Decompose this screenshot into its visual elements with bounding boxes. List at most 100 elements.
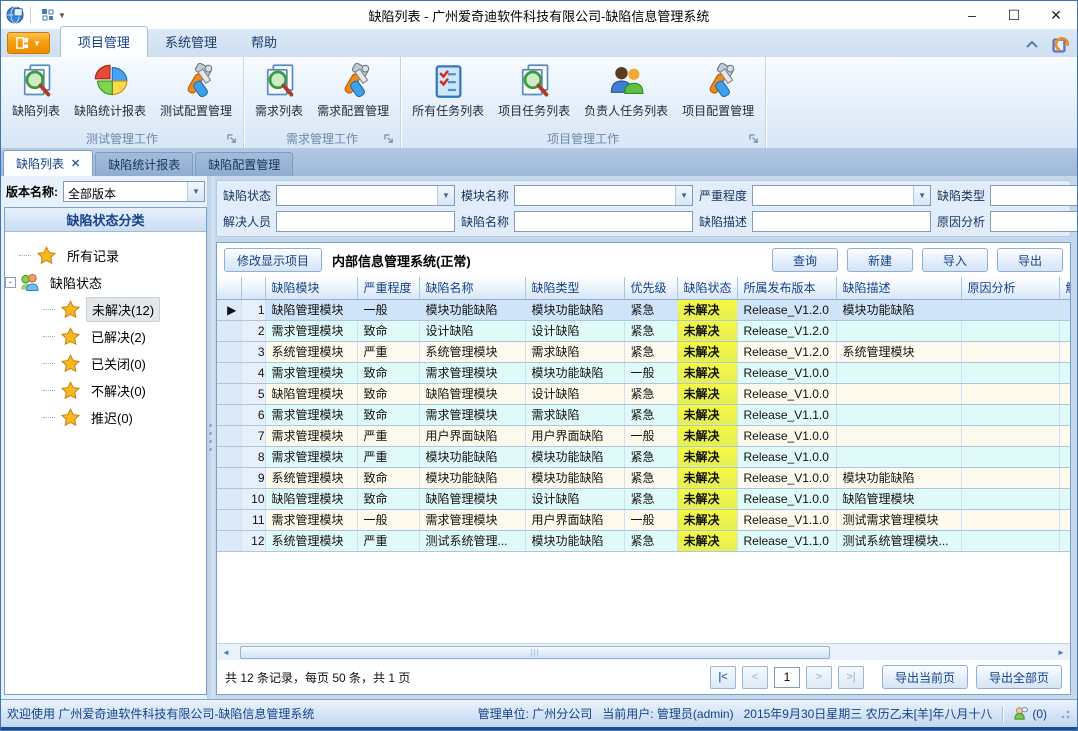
column-header[interactable]: 解决方法 xyxy=(1059,277,1070,299)
table-cell[interactable]: 模块功能缺陷 xyxy=(419,446,525,467)
ribbon-tab-help[interactable]: 帮助 xyxy=(234,27,294,57)
status-cell[interactable]: 未解决 xyxy=(677,509,737,530)
table-cell[interactable] xyxy=(836,425,961,446)
table-cell[interactable]: 需求管理模块 xyxy=(265,362,357,383)
table-cell[interactable]: 需求缺陷 xyxy=(525,404,624,425)
export-all-pages-button[interactable]: 导出全部页 xyxy=(976,665,1062,689)
test-config-button[interactable]: 测试配置管理 xyxy=(153,60,239,121)
table-cell[interactable]: 致命 xyxy=(357,488,419,509)
message-count[interactable]: (0) xyxy=(1013,706,1047,721)
scrollbar-track[interactable]: ||| xyxy=(234,645,1053,660)
requirement-list-button[interactable]: 需求列表 xyxy=(248,60,310,121)
table-cell[interactable]: 需求管理模块 xyxy=(265,404,357,425)
table-cell[interactable] xyxy=(961,362,1059,383)
filter-resolver-input[interactable] xyxy=(276,211,455,232)
column-header[interactable]: 严重程度 xyxy=(357,277,419,299)
table-cell[interactable]: 设计缺陷 xyxy=(525,383,624,404)
table-cell[interactable]: 系统管理模块 xyxy=(265,341,357,362)
row-indicator[interactable] xyxy=(217,446,241,467)
table-cell[interactable]: 模块功能缺陷 xyxy=(525,530,624,551)
table-cell[interactable] xyxy=(961,404,1059,425)
status-cell[interactable]: 未解决 xyxy=(677,530,737,551)
scroll-right-icon[interactable]: ► xyxy=(1053,645,1069,660)
table-cell[interactable]: Release_V1.2.0 xyxy=(737,299,836,320)
table-cell[interactable]: 模块功能缺陷 xyxy=(525,446,624,467)
last-page-button[interactable]: >| xyxy=(838,666,864,689)
tab-close-icon[interactable]: ✕ xyxy=(71,157,80,170)
tab-defect-config[interactable]: 缺陷配置管理 xyxy=(195,152,293,176)
table-cell[interactable]: Release_V1.1.0 xyxy=(737,509,836,530)
row-indicator[interactable] xyxy=(217,341,241,362)
version-combo[interactable]: 全部版本 ▼ xyxy=(63,181,205,202)
table-cell[interactable]: Release_V1.0.0 xyxy=(737,488,836,509)
row-indicator[interactable] xyxy=(217,383,241,404)
table-cell[interactable]: 紧急 xyxy=(624,488,677,509)
table-cell[interactable]: 缺陷管理模块 xyxy=(265,488,357,509)
table-cell[interactable]: 模块功能缺陷 xyxy=(525,467,624,488)
table-row[interactable]: 12系统管理模块严重测试系统管理...模块功能缺陷紧急未解决Release_V1… xyxy=(217,530,1070,551)
table-cell[interactable]: 紧急 xyxy=(624,446,677,467)
table-cell[interactable]: 需求管理模块 xyxy=(265,509,357,530)
next-page-button[interactable]: > xyxy=(806,666,832,689)
table-cell[interactable]: 致命 xyxy=(357,467,419,488)
quick-access-toolbar[interactable]: ▼ xyxy=(37,6,70,24)
table-row[interactable]: 9系统管理模块致命模块功能缺陷模块功能缺陷紧急未解决Release_V1.0.0… xyxy=(217,467,1070,488)
table-cell[interactable]: 模块功能缺陷 xyxy=(525,362,624,383)
table-cell[interactable]: 设计缺陷 xyxy=(419,320,525,341)
dialog-launcher-icon[interactable] xyxy=(227,134,237,144)
table-cell[interactable]: Release_V1.0.0 xyxy=(737,446,836,467)
column-header[interactable]: 原因分析 xyxy=(961,277,1059,299)
row-number[interactable]: 12 xyxy=(241,530,265,551)
filter-module-name-combo[interactable]: ▼ xyxy=(514,185,693,206)
table-cell[interactable] xyxy=(961,467,1059,488)
table-cell[interactable]: 一般 xyxy=(357,299,419,320)
table-cell[interactable]: 需求管理模块 xyxy=(265,425,357,446)
status-cell[interactable]: 未解决 xyxy=(677,299,737,320)
tab-defect-list[interactable]: 缺陷列表 ✕ xyxy=(3,150,93,176)
filter-severity-combo[interactable]: ▼ xyxy=(752,185,931,206)
table-cell[interactable]: 设计缺陷 xyxy=(525,320,624,341)
row-indicator[interactable]: ▶ xyxy=(217,299,241,320)
resize-grip[interactable] xyxy=(1059,708,1071,720)
all-tasks-button[interactable]: 所有任务列表 xyxy=(405,60,491,121)
table-cell[interactable] xyxy=(961,341,1059,362)
status-cell[interactable]: 未解决 xyxy=(677,341,737,362)
row-number[interactable]: 4 xyxy=(241,362,265,383)
column-header[interactable]: 缺陷模块 xyxy=(265,277,357,299)
table-row[interactable]: 5缺陷管理模块致命缺陷管理模块设计缺陷紧急未解决Release_V1.0.0 xyxy=(217,383,1070,404)
filter-defect-type-combo[interactable]: ▼ xyxy=(990,185,1078,206)
table-row[interactable]: 8需求管理模块严重模块功能缺陷模块功能缺陷紧急未解决Release_V1.0.0 xyxy=(217,446,1070,467)
requirement-config-button[interactable]: 需求配置管理 xyxy=(310,60,396,121)
table-cell[interactable] xyxy=(1059,446,1070,467)
table-cell[interactable] xyxy=(836,320,961,341)
page-number-input[interactable] xyxy=(774,667,800,688)
table-cell[interactable]: 致命 xyxy=(357,362,419,383)
tree-collapse-icon[interactable]: - xyxy=(5,277,16,288)
table-cell[interactable] xyxy=(961,425,1059,446)
table-cell[interactable] xyxy=(961,320,1059,341)
table-cell[interactable]: 需求管理模块 xyxy=(265,446,357,467)
minimize-button[interactable]: – xyxy=(951,1,993,29)
table-cell[interactable]: Release_V1.0.0 xyxy=(737,383,836,404)
table-cell[interactable]: Release_V1.2.0 xyxy=(737,341,836,362)
status-cell[interactable]: 未解决 xyxy=(677,467,737,488)
table-cell[interactable]: 系统管理模块 xyxy=(419,341,525,362)
ribbon-collapse-icon[interactable] xyxy=(1026,41,1038,49)
tree-item-closed[interactable]: 已关闭(0) xyxy=(43,350,202,377)
row-indicator[interactable] xyxy=(217,530,241,551)
table-cell[interactable]: 紧急 xyxy=(624,341,677,362)
row-indicator[interactable] xyxy=(217,404,241,425)
table-cell[interactable] xyxy=(961,299,1059,320)
table-cell[interactable]: 测试系统管理... xyxy=(419,530,525,551)
defect-list-button[interactable]: 缺陷列表 xyxy=(5,60,67,121)
ribbon-tab-project[interactable]: 项目管理 xyxy=(60,26,148,57)
table-cell[interactable] xyxy=(836,383,961,404)
application-menu-button[interactable]: ▼ xyxy=(7,32,50,54)
new-button[interactable]: 新建 xyxy=(847,248,913,272)
table-cell[interactable] xyxy=(1059,362,1070,383)
table-cell[interactable]: 需求缺陷 xyxy=(525,341,624,362)
table-cell[interactable]: 致命 xyxy=(357,320,419,341)
table-cell[interactable] xyxy=(961,446,1059,467)
row-indicator[interactable] xyxy=(217,362,241,383)
column-header[interactable]: 缺陷类型 xyxy=(525,277,624,299)
